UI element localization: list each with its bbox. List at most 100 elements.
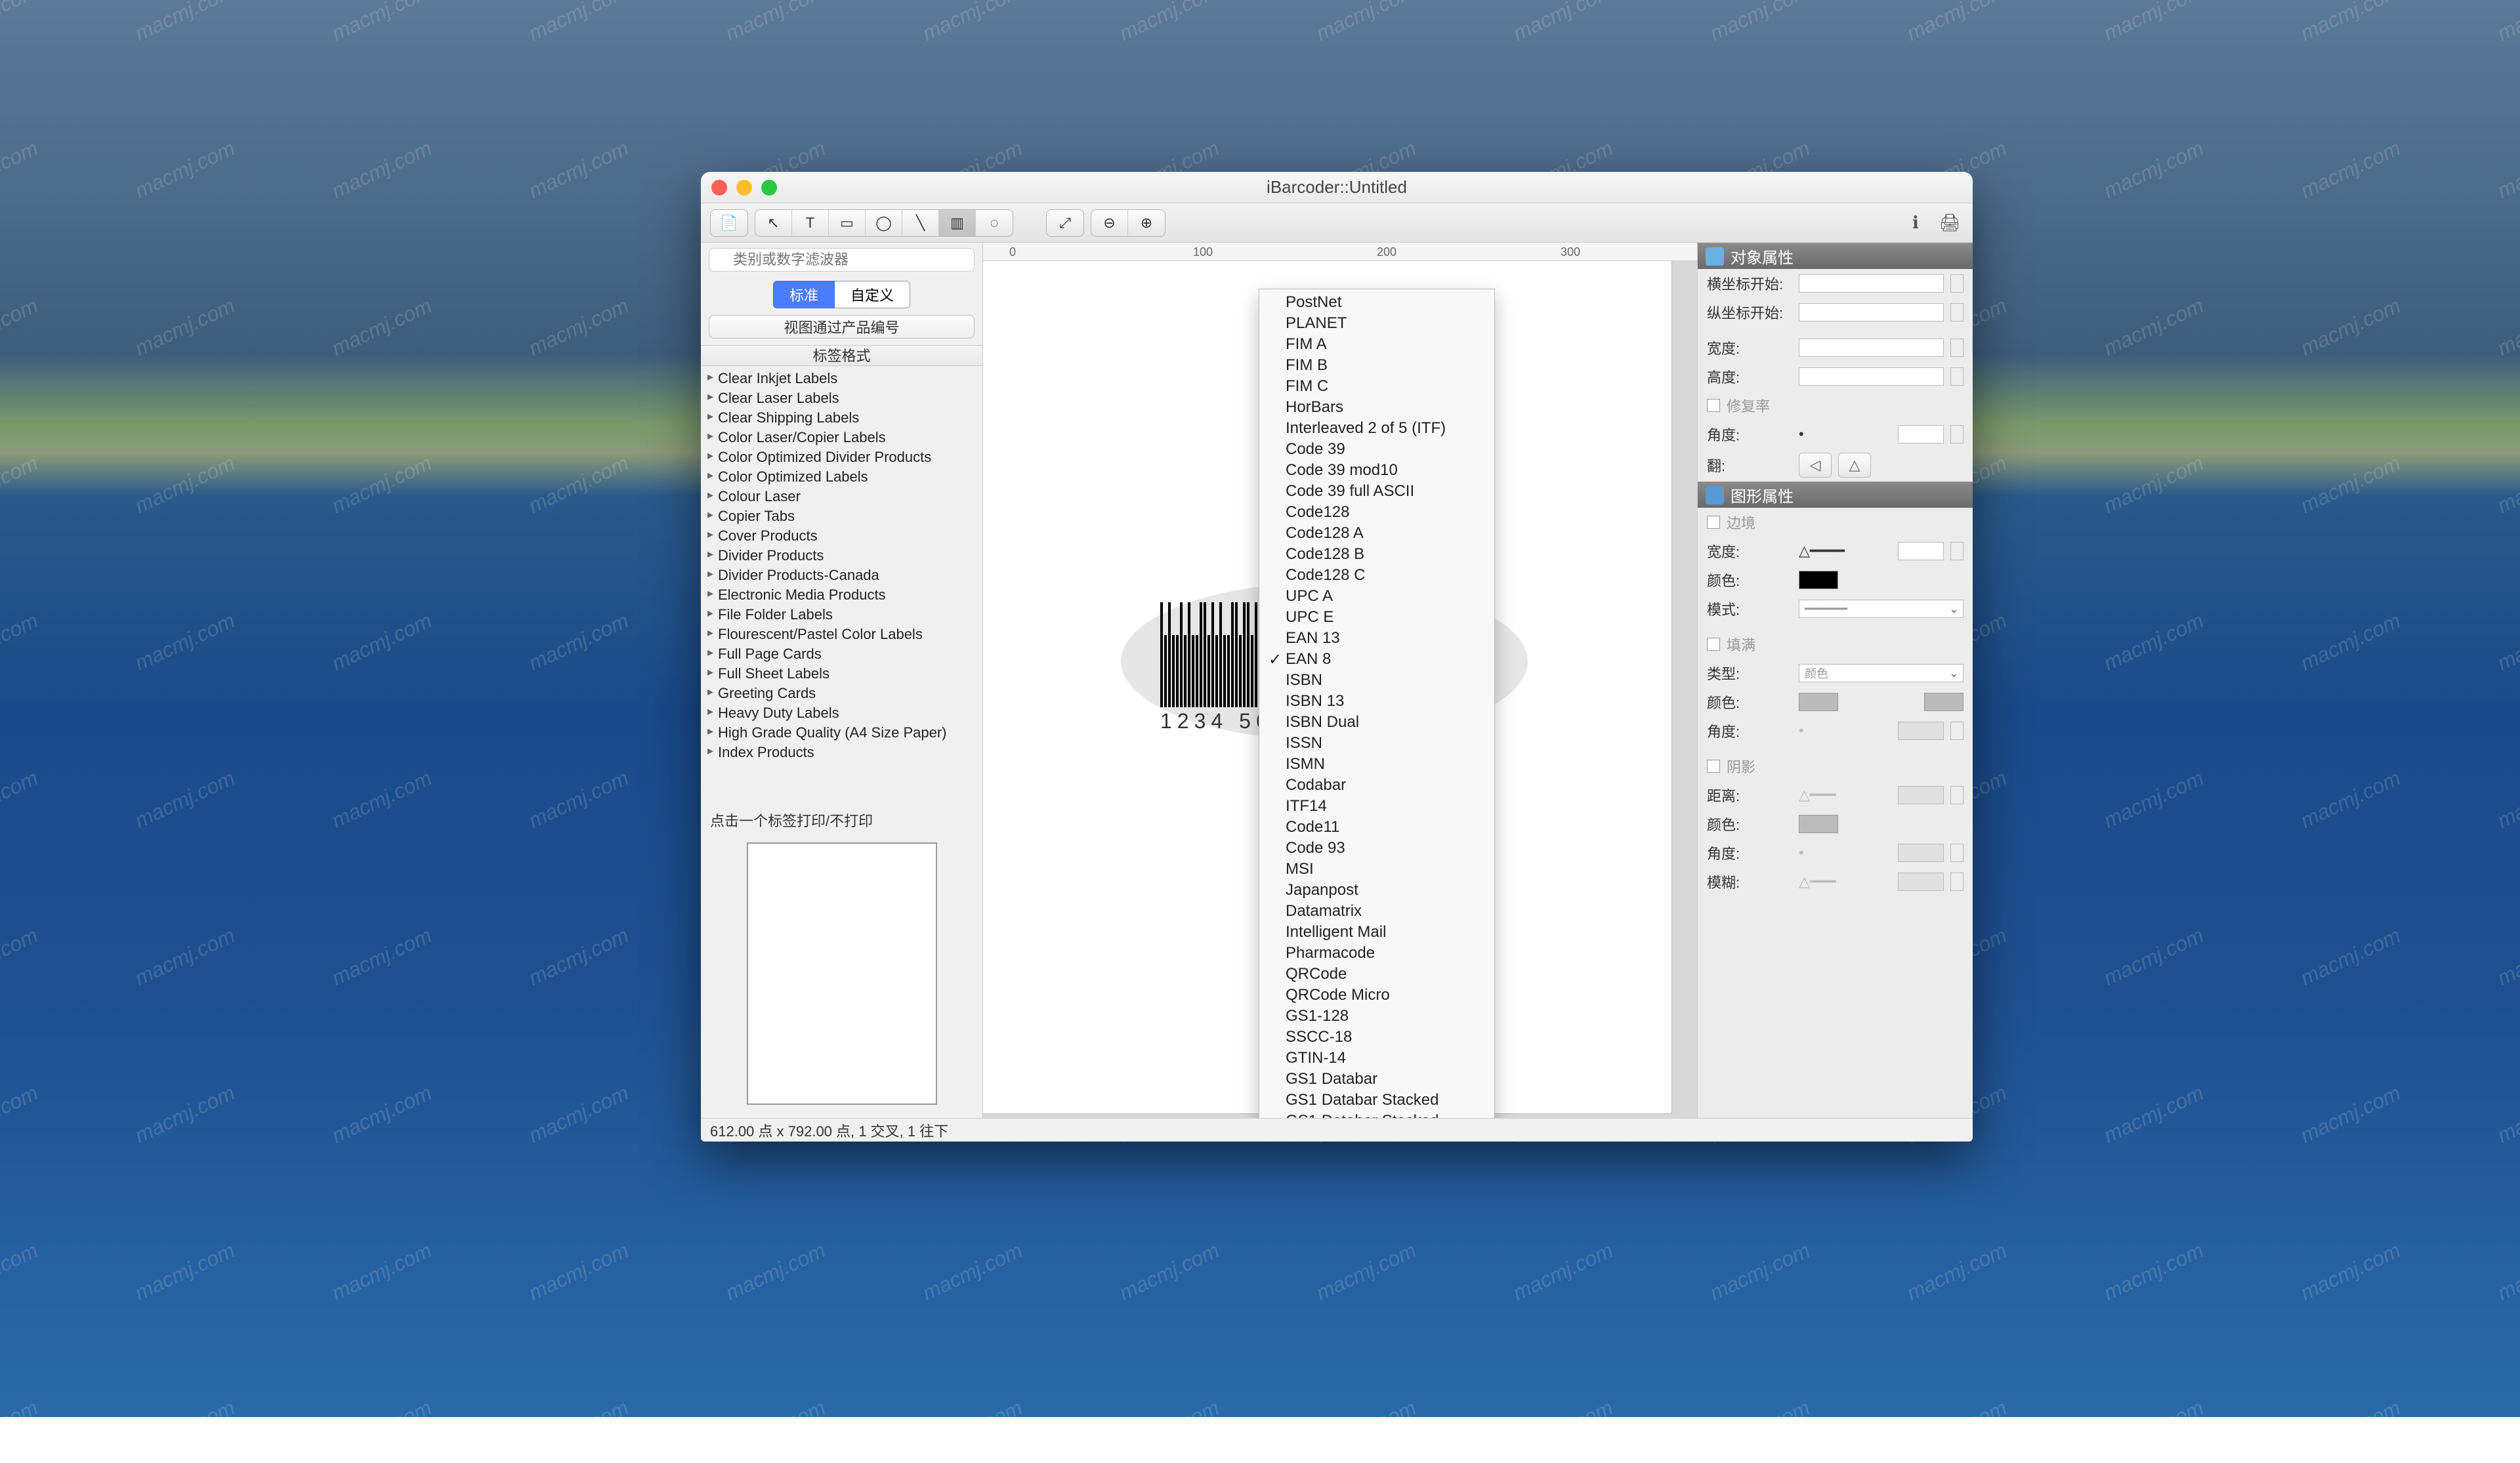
menu-item[interactable]: Code 39 mod10 <box>1259 460 1494 481</box>
line-tool-icon[interactable]: ╲ <box>902 210 939 236</box>
barcode-tool-icon[interactable]: ▥ <box>939 210 976 236</box>
menu-item[interactable]: Code128 A <box>1259 523 1494 544</box>
menu-item[interactable]: GS1-128 <box>1259 1006 1494 1027</box>
category-item[interactable]: Full Page Cards <box>701 644 982 664</box>
menu-item[interactable]: Code128 B <box>1259 544 1494 565</box>
menu-item[interactable]: ITF14 <box>1259 796 1494 817</box>
menu-item[interactable]: HorBars <box>1259 397 1494 418</box>
menu-item[interactable]: EAN 8 <box>1259 649 1494 670</box>
y-stepper[interactable] <box>1950 303 1964 321</box>
flip-v-button[interactable]: △ <box>1838 453 1871 478</box>
category-item[interactable]: Greeting Cards <box>701 684 982 703</box>
menu-item[interactable]: SSCC-18 <box>1259 1027 1494 1048</box>
category-item[interactable]: Cover Products <box>701 526 982 546</box>
menu-item[interactable]: FIM A <box>1259 334 1494 355</box>
menu-item[interactable]: FIM B <box>1259 355 1494 376</box>
menu-item[interactable]: ISMN <box>1259 754 1494 775</box>
menu-item[interactable]: MSI <box>1259 859 1494 880</box>
width-field[interactable] <box>1799 339 1944 357</box>
zoom-out-icon[interactable]: ⊖ <box>1091 210 1128 236</box>
keep-ratio-checkbox[interactable] <box>1707 399 1720 412</box>
category-item[interactable]: File Folder Labels <box>701 605 982 625</box>
menu-item[interactable]: UPC E <box>1259 607 1494 628</box>
category-item[interactable]: Color Laser/Copier Labels <box>701 428 982 447</box>
print-icon[interactable]: 🖨 <box>1936 209 1964 237</box>
x-stepper[interactable] <box>1950 274 1964 293</box>
menu-item[interactable]: PLANET <box>1259 313 1494 334</box>
label-format-tree[interactable]: Clear Inkjet LabelsClear Laser LabelsCle… <box>701 366 982 804</box>
search-input[interactable] <box>709 248 975 272</box>
menu-item[interactable]: ISBN 13 <box>1259 691 1494 712</box>
menu-item[interactable]: Japanpost <box>1259 880 1494 901</box>
menu-item[interactable]: GS1 Databar Stacked Omni <box>1259 1111 1494 1118</box>
category-item[interactable]: Color Optimized Labels <box>701 467 982 487</box>
flip-h-button[interactable]: ◁ <box>1799 453 1832 478</box>
shadow-colorwell[interactable] <box>1799 815 1838 833</box>
menu-item[interactable]: FIM C <box>1259 376 1494 397</box>
stamp-tool-icon[interactable]: ◌ <box>976 210 1013 236</box>
fill-type-dropdown[interactable]: 颜色 <box>1799 664 1964 682</box>
menu-item[interactable]: ISBN Dual <box>1259 712 1494 733</box>
menu-item[interactable]: Interleaved 2 of 5 (ITF) <box>1259 418 1494 439</box>
menu-item[interactable]: Code11 <box>1259 817 1494 838</box>
menu-item[interactable]: ISBN <box>1259 670 1494 691</box>
menu-item[interactable]: GTIN-14 <box>1259 1048 1494 1069</box>
shadow-checkbox[interactable] <box>1707 760 1720 773</box>
x-start-field[interactable] <box>1799 274 1944 293</box>
segment-custom[interactable]: 自定义 <box>835 281 910 308</box>
menu-item[interactable]: PostNet <box>1259 292 1494 313</box>
y-start-field[interactable] <box>1799 303 1944 321</box>
menu-item[interactable]: Code 39 <box>1259 439 1494 460</box>
menu-item[interactable]: Pharmacode <box>1259 943 1494 964</box>
menu-item[interactable]: Code128 <box>1259 502 1494 523</box>
pointer-tool-icon[interactable]: ↖ <box>755 210 792 236</box>
menu-item[interactable]: UPC A <box>1259 586 1494 607</box>
label-preview[interactable] <box>701 836 982 1118</box>
menu-item[interactable]: Code 93 <box>1259 838 1494 859</box>
border-colorwell[interactable] <box>1799 571 1838 589</box>
menu-item[interactable]: GS1 Databar <box>1259 1069 1494 1090</box>
category-item[interactable]: Divider Products <box>701 546 982 566</box>
menu-item[interactable]: QRCode <box>1259 964 1494 985</box>
category-item[interactable]: Flourescent/Pastel Color Labels <box>701 625 982 644</box>
category-item[interactable]: Full Sheet Labels <box>701 664 982 684</box>
menu-item[interactable]: QRCode Micro <box>1259 985 1494 1006</box>
barcode-type-menu[interactable]: PostNetPLANETFIM AFIM BFIM CHorBarsInter… <box>1259 289 1495 1118</box>
inspector-object-header[interactable]: 对象属性 <box>1698 243 1973 269</box>
document-tool-icon[interactable]: 📄 <box>711 210 747 236</box>
border-mode-dropdown[interactable]: ━━━━━━ <box>1799 600 1964 618</box>
category-item[interactable]: Electronic Media Products <box>701 585 982 605</box>
titlebar[interactable]: iBarcoder::Untitled <box>701 172 1973 203</box>
menu-item[interactable]: Code128 C <box>1259 565 1494 586</box>
menu-item[interactable]: Code 39 full ASCII <box>1259 481 1494 502</box>
category-item[interactable]: Clear Inkjet Labels <box>701 369 982 388</box>
menu-item[interactable]: ISSN <box>1259 733 1494 754</box>
segment-standard[interactable]: 标准 <box>773 281 835 308</box>
height-field[interactable] <box>1799 367 1944 386</box>
menu-item[interactable]: GS1 Databar Stacked <box>1259 1090 1494 1111</box>
fill-checkbox[interactable] <box>1707 638 1720 651</box>
menu-item[interactable]: Datamatrix <box>1259 901 1494 922</box>
category-item[interactable]: Divider Products-Canada <box>701 566 982 585</box>
category-item[interactable]: Colour Laser <box>701 487 982 506</box>
category-item[interactable]: Heavy Duty Labels <box>701 703 982 723</box>
zoom-in-icon[interactable]: ⊕ <box>1128 210 1165 236</box>
category-item[interactable]: High Grade Quality (A4 Size Paper) <box>701 723 982 743</box>
menu-item[interactable]: EAN 13 <box>1259 628 1494 649</box>
fill-colorwell-1[interactable] <box>1799 693 1838 711</box>
category-item[interactable]: Clear Shipping Labels <box>701 408 982 428</box>
category-item[interactable]: Index Products <box>701 743 982 762</box>
menu-item[interactable]: Codabar <box>1259 775 1494 796</box>
border-checkbox[interactable] <box>1707 516 1720 529</box>
border-width-field[interactable] <box>1898 542 1944 560</box>
info-icon[interactable]: ℹ <box>1902 209 1929 237</box>
zoom-fit-icon[interactable]: ⤢ <box>1047 210 1083 236</box>
view-by-product-button[interactable]: 视图通过产品编号 <box>709 315 975 339</box>
category-item[interactable]: Copier Tabs <box>701 506 982 526</box>
rect-tool-icon[interactable]: ▭ <box>829 210 866 236</box>
fill-colorwell-2[interactable] <box>1924 693 1964 711</box>
angle-field[interactable] <box>1898 425 1944 443</box>
oval-tool-icon[interactable]: ◯ <box>866 210 902 236</box>
inspector-graphic-header[interactable]: 图形属性 <box>1698 482 1973 508</box>
text-tool-icon[interactable]: T <box>792 210 829 236</box>
